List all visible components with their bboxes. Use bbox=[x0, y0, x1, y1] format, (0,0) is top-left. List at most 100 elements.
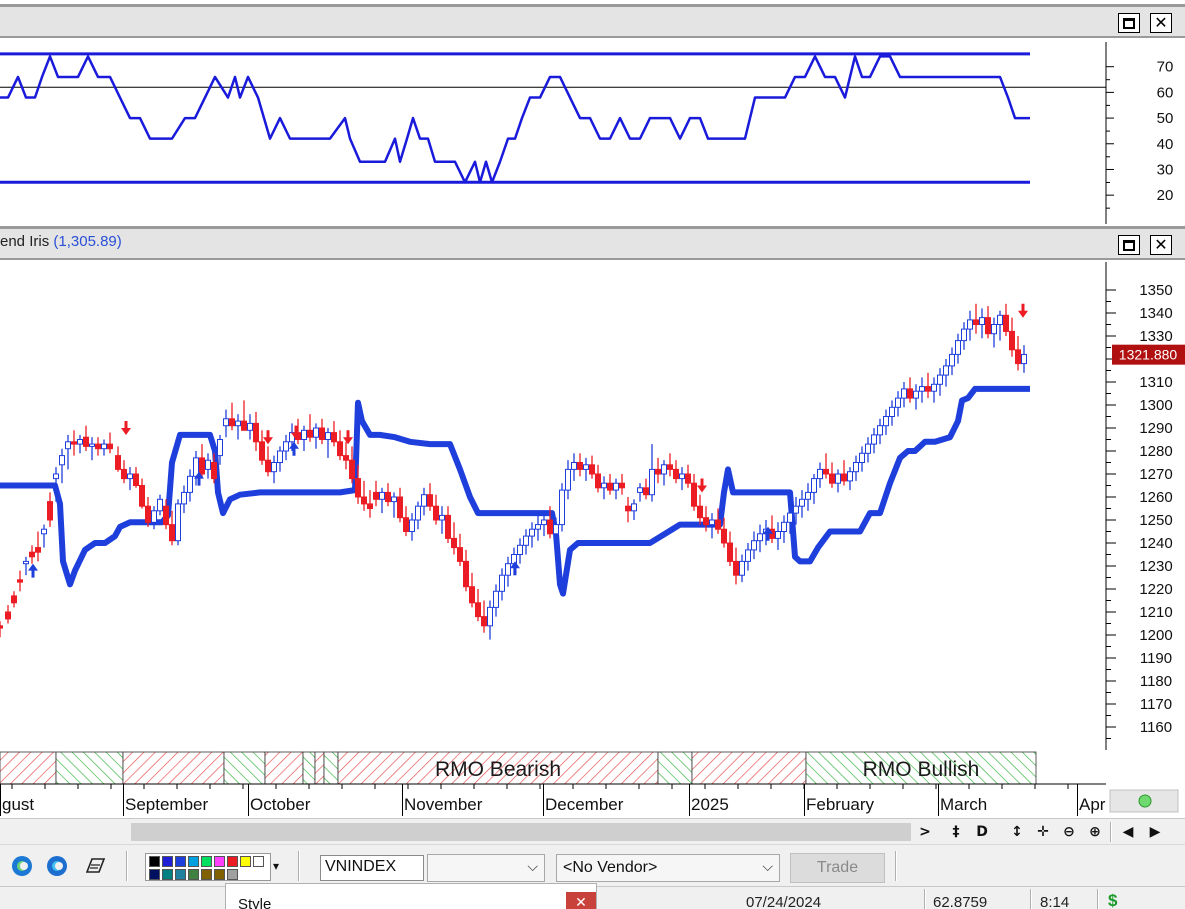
candlestick bbox=[1003, 303, 1009, 336]
candle-body bbox=[739, 560, 745, 576]
candle-body bbox=[721, 528, 727, 544]
candlestick bbox=[139, 478, 145, 509]
chevron-down-icon[interactable]: ▾ bbox=[273, 859, 279, 873]
arrow-shape bbox=[697, 478, 707, 493]
candlestick bbox=[433, 494, 439, 525]
y-tick-label: 1180 bbox=[1140, 673, 1172, 690]
candlestick bbox=[241, 400, 247, 431]
candle-body bbox=[1003, 314, 1009, 332]
candle-body bbox=[385, 491, 391, 503]
palette-swatch[interactable] bbox=[253, 856, 264, 867]
horizontal-scrollbar[interactable] bbox=[131, 823, 911, 841]
candlestick bbox=[859, 446, 865, 472]
maximize-icon[interactable] bbox=[1118, 13, 1140, 33]
vertical-resize-icon[interactable]: ↕ bbox=[1007, 822, 1027, 842]
candle-body bbox=[23, 560, 29, 565]
candlestick bbox=[631, 499, 637, 520]
candlestick bbox=[463, 549, 469, 592]
candlestick bbox=[703, 506, 709, 532]
candle-body bbox=[691, 482, 697, 507]
edge-browser-icon[interactable] bbox=[45, 854, 69, 878]
scroll-right-icon[interactable]: > bbox=[915, 822, 935, 842]
candle-body bbox=[559, 489, 565, 526]
candle-body bbox=[511, 554, 517, 565]
palette-swatch[interactable] bbox=[162, 856, 173, 867]
next-icon[interactable]: ▶ bbox=[1145, 822, 1165, 842]
palette-swatch[interactable] bbox=[188, 869, 199, 880]
candle-body bbox=[553, 524, 559, 535]
dollar-icon[interactable]: $ bbox=[1108, 891, 1117, 909]
candle-body bbox=[307, 429, 313, 438]
candlestick bbox=[331, 421, 337, 447]
candle-body bbox=[859, 452, 865, 464]
main-panel-titlebar: end Iris (1,305.89) ✕ bbox=[0, 226, 1185, 260]
x-tick-label: September bbox=[125, 795, 208, 814]
candlestick bbox=[175, 499, 181, 546]
zoom-out-icon[interactable]: ⊖ bbox=[1059, 822, 1079, 842]
candlestick bbox=[301, 425, 307, 451]
candle-body bbox=[673, 468, 679, 480]
candlestick bbox=[47, 492, 53, 527]
candle-body bbox=[229, 418, 235, 427]
palette-swatch[interactable] bbox=[149, 856, 160, 867]
palette-swatch[interactable] bbox=[201, 856, 212, 867]
edge-browser-icon[interactable] bbox=[10, 854, 34, 878]
candlestick bbox=[619, 474, 625, 495]
palette-swatch[interactable] bbox=[201, 869, 212, 880]
x-tick-label: Apr bbox=[1079, 795, 1106, 814]
sell-arrow-icon bbox=[697, 478, 707, 493]
palette-swatch[interactable] bbox=[162, 869, 173, 880]
candlestick bbox=[961, 322, 967, 350]
palette-swatch[interactable] bbox=[175, 856, 186, 867]
candle-body bbox=[349, 459, 355, 480]
candlestick bbox=[101, 439, 107, 456]
palette-swatch[interactable] bbox=[214, 869, 225, 880]
palette-swatch[interactable] bbox=[240, 856, 251, 867]
candle-body bbox=[163, 505, 169, 526]
move-icon[interactable]: ✛ bbox=[1033, 822, 1053, 842]
candlestick bbox=[235, 414, 241, 440]
candlestick bbox=[607, 474, 613, 495]
y-tick-label: 1340 bbox=[1139, 305, 1172, 322]
candle-body bbox=[253, 422, 259, 443]
candle-body bbox=[601, 482, 607, 489]
close-icon[interactable]: ✕ bbox=[1150, 235, 1172, 255]
candlestick bbox=[229, 402, 235, 431]
color-palette[interactable] bbox=[145, 853, 271, 881]
candle-body bbox=[505, 563, 511, 576]
script-icon[interactable] bbox=[82, 854, 108, 878]
candle-body bbox=[907, 388, 913, 399]
candle-body bbox=[319, 427, 325, 440]
symbol-input[interactable]: VNINDEX bbox=[320, 855, 424, 881]
y-tick-label: 60 bbox=[1157, 84, 1174, 101]
d-icon[interactable]: D bbox=[972, 822, 992, 842]
maximize-icon[interactable] bbox=[1118, 235, 1140, 255]
candle-body bbox=[847, 471, 853, 482]
candle-body bbox=[745, 549, 751, 562]
zoom-in-icon[interactable]: ⊕ bbox=[1085, 822, 1105, 842]
candlestick bbox=[11, 591, 17, 608]
x-tick-label: December bbox=[545, 795, 624, 814]
candle-body bbox=[457, 547, 463, 562]
candle-body bbox=[463, 560, 469, 588]
palette-swatch[interactable] bbox=[227, 869, 238, 880]
palette-swatch[interactable] bbox=[188, 856, 199, 867]
palette-swatch[interactable] bbox=[175, 869, 186, 880]
cursor-icon[interactable]: ‡ bbox=[946, 822, 966, 842]
candlestick bbox=[613, 478, 619, 500]
candle-body bbox=[451, 537, 457, 549]
candlestick bbox=[991, 317, 997, 348]
sell-arrow-icon bbox=[121, 421, 131, 435]
candle-body bbox=[397, 496, 403, 519]
trade-button[interactable]: Trade bbox=[790, 853, 885, 883]
close-icon[interactable]: ✕ bbox=[1150, 13, 1172, 33]
palette-swatch[interactable] bbox=[149, 869, 160, 880]
prev-icon[interactable]: ◀ bbox=[1118, 822, 1138, 842]
close-icon[interactable]: ✕ bbox=[566, 892, 596, 909]
vendor-select[interactable]: <No Vendor> ⌵ bbox=[556, 854, 780, 882]
candlestick bbox=[77, 434, 83, 454]
candle-body bbox=[47, 501, 53, 521]
palette-swatch[interactable] bbox=[214, 856, 225, 867]
interval-select[interactable]: ⌵ bbox=[427, 854, 545, 882]
palette-swatch[interactable] bbox=[227, 856, 238, 867]
